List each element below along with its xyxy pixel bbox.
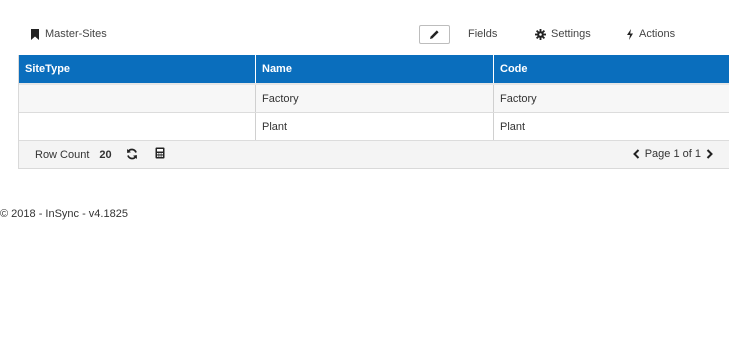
bookmark-icon	[31, 28, 39, 40]
copyright-text: © 2018 - InSync - v4.1825	[0, 208, 128, 220]
page-indicator: Page 1 of 1	[644, 148, 701, 160]
pager: Page 1 of 1	[632, 148, 714, 160]
grid-header: SiteType Name Code	[19, 55, 729, 83]
grid-footer: Row Count 20 Page 1 of 1	[19, 141, 729, 169]
chevron-right-icon[interactable]	[706, 149, 714, 159]
bolt-icon	[627, 28, 633, 40]
column-header-code[interactable]: Code	[494, 55, 729, 83]
refresh-icon[interactable]	[126, 148, 138, 160]
row-count: Row Count 20	[35, 149, 112, 161]
actions-label: Actions	[639, 28, 676, 40]
settings-label: Settings	[551, 28, 591, 40]
row-count-value: 20	[99, 149, 112, 161]
calculator-icon[interactable]	[155, 147, 165, 159]
cell-name: Factory	[256, 85, 494, 112]
chevron-left-icon[interactable]	[632, 149, 640, 159]
cell-sitetype	[19, 113, 256, 140]
page: Master-Sites Fields Settings Actions Sit…	[0, 0, 729, 349]
fields-button[interactable]: Fields	[468, 28, 497, 40]
row-count-label: Row Count	[35, 149, 90, 161]
grid-title: Master-Sites	[31, 28, 107, 40]
cell-name: Plant	[256, 113, 494, 140]
column-header-sitetype[interactable]: SiteType	[19, 55, 256, 83]
pencil-icon	[430, 30, 439, 39]
grid-title-label: Master-Sites	[45, 28, 107, 40]
sites-grid: SiteType Name Code Factory Factory Plant…	[18, 55, 729, 169]
table-row[interactable]: Factory Factory	[19, 83, 729, 113]
settings-button[interactable]: Settings	[535, 28, 591, 40]
cell-code: Factory	[500, 92, 537, 105]
grid-toolbar: Master-Sites Fields Settings Actions	[18, 22, 729, 50]
edit-button[interactable]	[419, 25, 450, 44]
fields-label: Fields	[468, 28, 498, 40]
table-row[interactable]: Plant Plant	[19, 113, 729, 141]
cell-sitetype	[19, 85, 256, 112]
gear-icon	[535, 28, 546, 40]
column-header-name[interactable]: Name	[256, 55, 494, 83]
cell-code: Plant	[500, 120, 526, 133]
actions-button[interactable]: Actions	[626, 28, 675, 40]
